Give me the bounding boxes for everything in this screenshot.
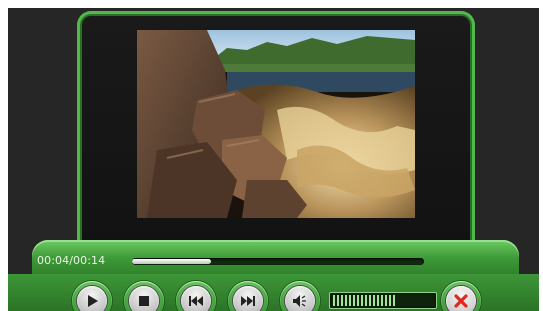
time-display: 00:04/00:14: [37, 254, 106, 267]
control-bar: 00:04/00:14: [8, 240, 539, 311]
next-icon: [241, 296, 255, 306]
volume-slider[interactable]: [329, 292, 437, 309]
play-icon: [88, 295, 98, 307]
video-player: 00:04/00:14: [8, 8, 539, 311]
stop-button-face: [129, 286, 159, 311]
volume-level: [333, 295, 396, 306]
next-button-face: [233, 286, 263, 311]
speaker-icon: [293, 295, 306, 307]
close-button-face: [446, 286, 476, 311]
video-frame-image: [137, 30, 415, 218]
stop-icon: [139, 296, 149, 306]
previous-button-face: [181, 286, 211, 311]
previous-icon: [189, 296, 203, 306]
progress-fill: [132, 259, 211, 264]
play-button-face: [77, 286, 107, 311]
video-screen[interactable]: [137, 30, 415, 218]
progress-bar[interactable]: [132, 258, 424, 265]
close-icon: [454, 294, 468, 308]
mute-button-face: [285, 286, 315, 311]
